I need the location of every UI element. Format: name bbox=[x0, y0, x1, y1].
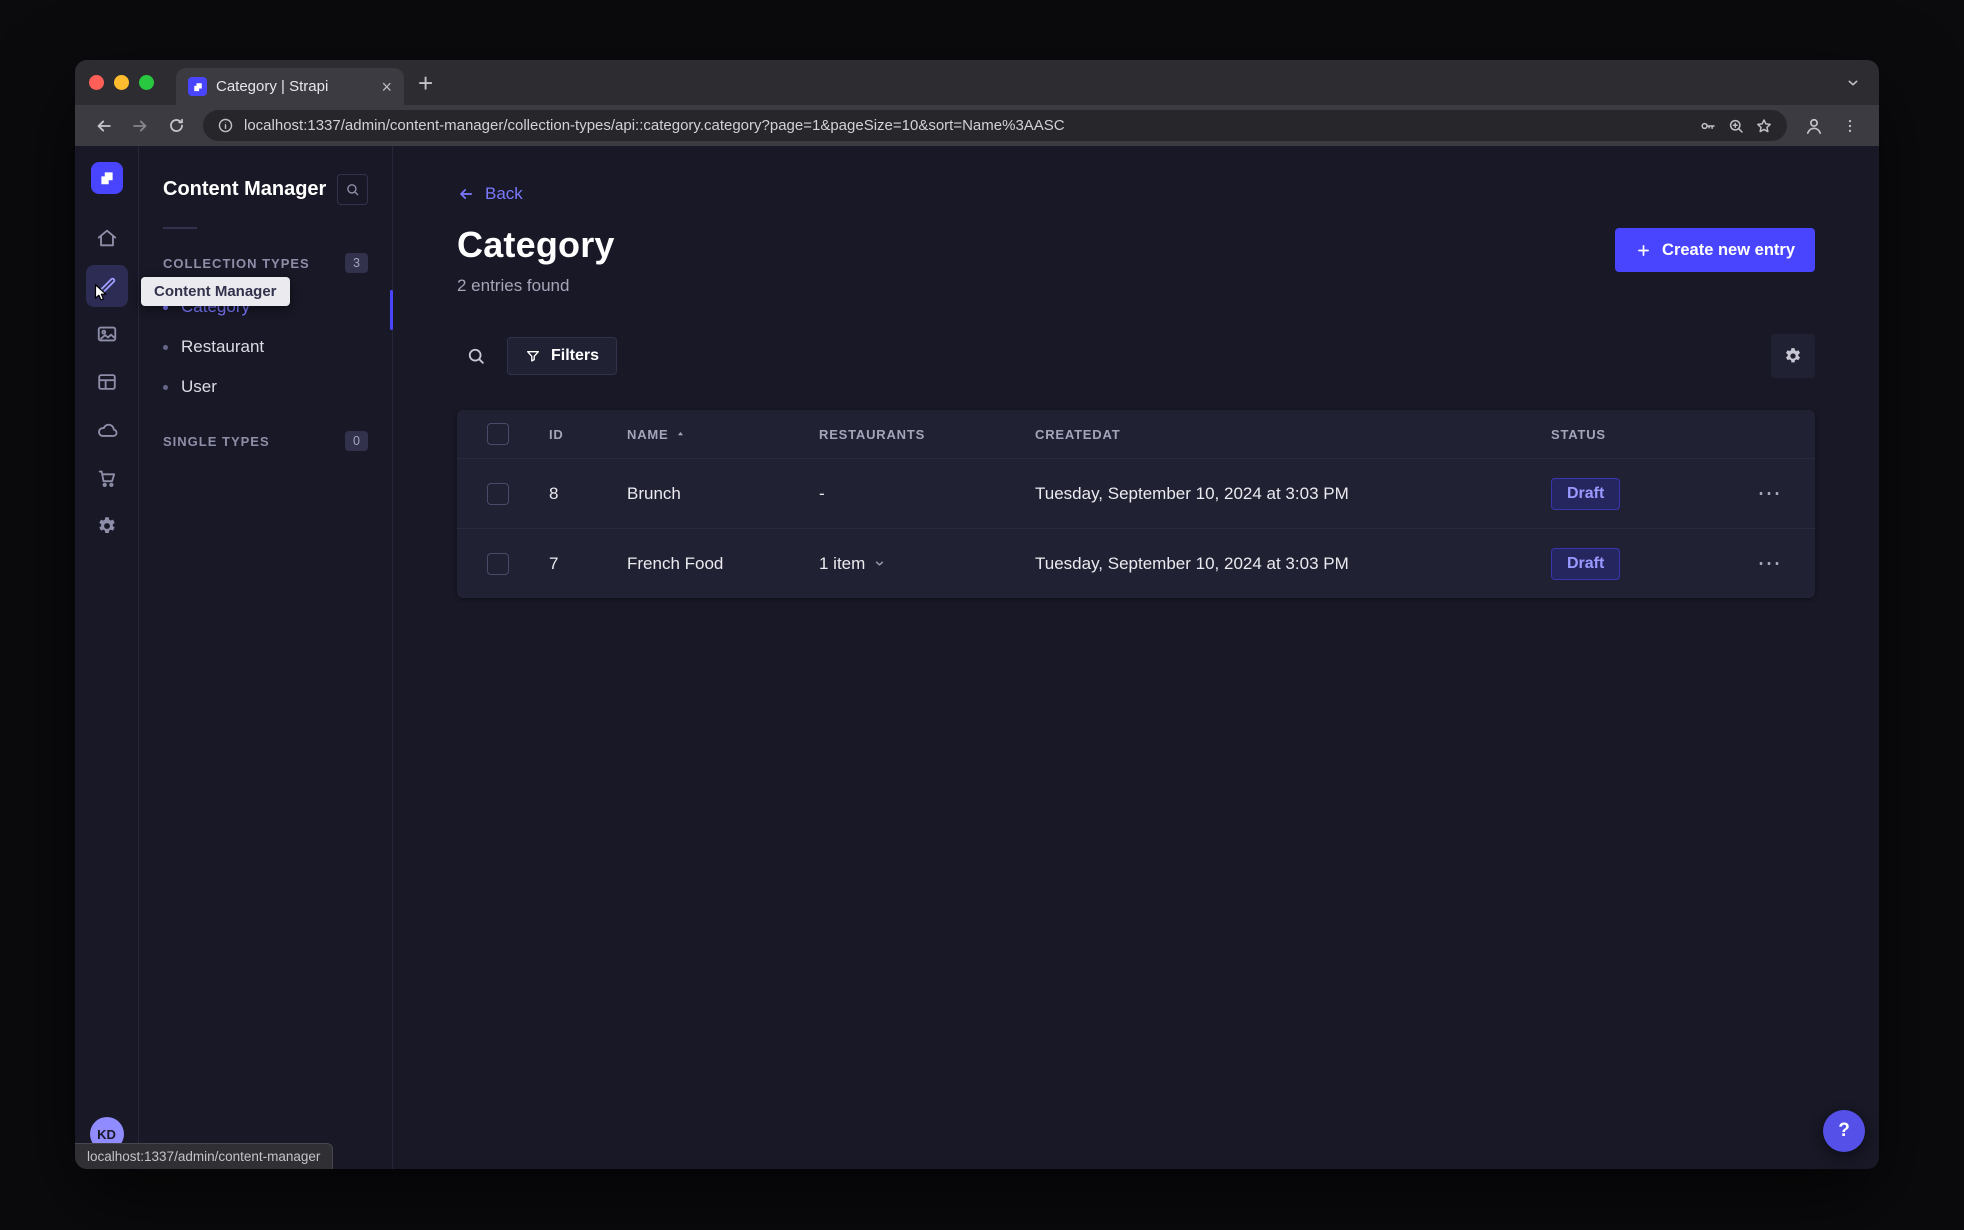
tab-title: Category | Strapi bbox=[216, 78, 329, 95]
cell-id: 7 bbox=[549, 553, 559, 573]
row-checkbox[interactable] bbox=[487, 552, 509, 575]
column-header-name[interactable]: NAME bbox=[627, 427, 819, 442]
sidebar-item-label: User bbox=[181, 377, 217, 396]
browser-menu-kebab-icon[interactable] bbox=[1833, 109, 1867, 143]
strapi-app: KD Content Manager COLLECTION TYPES 3 Ca… bbox=[75, 146, 1879, 1169]
table-settings-gear-icon[interactable] bbox=[1771, 334, 1815, 378]
cell-id: 8 bbox=[549, 483, 559, 503]
back-link[interactable]: Back bbox=[457, 184, 523, 204]
back-label: Back bbox=[485, 184, 523, 203]
cell-name: Brunch bbox=[627, 483, 681, 503]
table-row[interactable]: 8 Brunch - Tuesday, September 10, 2024 a… bbox=[457, 458, 1815, 528]
browser-tab-strip: Category | Strapi × + bbox=[75, 60, 1879, 105]
table-header-row: ID NAME RESTAURANTS CREATEDAT STATUS bbox=[457, 410, 1815, 458]
arrow-left-icon bbox=[460, 189, 473, 199]
nav-marketplace-cart-icon[interactable] bbox=[86, 457, 128, 499]
create-new-entry-button[interactable]: Create new entry bbox=[1615, 228, 1815, 272]
profile-icon[interactable] bbox=[1797, 109, 1831, 143]
refresh-icon[interactable] bbox=[159, 109, 193, 143]
page-info-icon[interactable] bbox=[217, 117, 234, 134]
column-header-status[interactable]: STATUS bbox=[1551, 427, 1725, 442]
password-key-icon[interactable] bbox=[1699, 117, 1717, 135]
strapi-favicon-icon bbox=[188, 77, 207, 96]
status-badge: Draft bbox=[1551, 547, 1621, 580]
filters-button[interactable]: Filters bbox=[507, 337, 618, 375]
sidebar-item-user[interactable]: User bbox=[163, 367, 368, 407]
sidebar-title: Content Manager bbox=[163, 178, 327, 200]
browser-window: Category | Strapi × + localhost:1337/adm… bbox=[75, 60, 1879, 1169]
filter-funnel-icon bbox=[527, 351, 539, 362]
cell-name: French Food bbox=[627, 553, 724, 573]
table-search-icon[interactable] bbox=[457, 337, 495, 375]
bookmark-star-icon[interactable] bbox=[1755, 117, 1773, 135]
row-actions-ellipsis-icon[interactable]: ⋯ bbox=[1725, 481, 1815, 505]
nav-settings-gear-icon[interactable] bbox=[86, 505, 128, 547]
mouse-cursor bbox=[90, 282, 112, 304]
cell-restaurants[interactable]: 1 item bbox=[819, 554, 1035, 574]
help-button[interactable]: ? bbox=[1823, 1110, 1865, 1152]
single-types-count-badge: 0 bbox=[345, 431, 368, 451]
sidebar-item-restaurant[interactable]: Restaurant bbox=[163, 327, 368, 367]
fullscreen-window-button[interactable] bbox=[139, 75, 154, 90]
nav-home-icon[interactable] bbox=[86, 217, 128, 259]
select-all-checkbox[interactable] bbox=[487, 423, 509, 445]
column-header-createdat[interactable]: CREATEDAT bbox=[1035, 427, 1551, 442]
collection-types-label: COLLECTION TYPES bbox=[163, 255, 310, 271]
back-nav-icon[interactable] bbox=[87, 109, 121, 143]
cell-restaurants: - bbox=[819, 483, 825, 503]
link-preview-status-bar: localhost:1337/admin/content-manager bbox=[75, 1143, 334, 1169]
bullet-icon bbox=[163, 384, 168, 390]
strapi-logo[interactable] bbox=[90, 162, 123, 194]
single-types-label: SINGLE TYPES bbox=[163, 433, 270, 449]
url-text[interactable]: localhost:1337/admin/content-manager/col… bbox=[244, 117, 1689, 134]
url-bar[interactable]: localhost:1337/admin/content-manager/col… bbox=[203, 110, 1787, 141]
nav-content-type-builder-layout-icon[interactable] bbox=[86, 361, 128, 403]
column-header-restaurants[interactable]: RESTAURANTS bbox=[819, 427, 1035, 442]
content-manager-tooltip: Content Manager bbox=[141, 277, 290, 306]
plus-icon bbox=[1638, 244, 1649, 256]
row-actions-ellipsis-icon[interactable]: ⋯ bbox=[1725, 551, 1815, 575]
minimize-window-button[interactable] bbox=[114, 75, 129, 90]
nav-media-library-image-icon[interactable] bbox=[86, 313, 128, 355]
column-header-id[interactable]: ID bbox=[549, 427, 627, 442]
nav-deploy-cloud-icon[interactable] bbox=[86, 409, 128, 451]
entries-count: 2 entries found bbox=[457, 276, 570, 295]
forward-nav-icon[interactable] bbox=[123, 109, 157, 143]
entries-table: ID NAME RESTAURANTS CREATEDAT STATUS 8 B… bbox=[457, 410, 1815, 598]
sort-asc-caret-icon bbox=[678, 431, 684, 435]
tab-close-icon[interactable]: × bbox=[379, 78, 394, 96]
browser-toolbar: localhost:1337/admin/content-manager/col… bbox=[75, 105, 1879, 146]
tab-list-chevron-icon[interactable] bbox=[1845, 75, 1861, 91]
window-controls bbox=[75, 75, 168, 90]
browser-tab[interactable]: Category | Strapi × bbox=[176, 68, 404, 105]
cell-createdat: Tuesday, September 10, 2024 at 3:03 PM bbox=[1035, 553, 1349, 573]
new-tab-button[interactable]: + bbox=[418, 70, 433, 96]
sidebar-item-label: Restaurant bbox=[181, 337, 265, 356]
page-title: Category bbox=[457, 224, 615, 265]
content-area: Back Category 2 entries found Create new… bbox=[393, 146, 1879, 1169]
row-checkbox[interactable] bbox=[487, 482, 509, 505]
divider bbox=[163, 227, 197, 229]
chevron-down-icon bbox=[876, 561, 884, 566]
status-badge: Draft bbox=[1551, 477, 1621, 510]
close-window-button[interactable] bbox=[89, 75, 104, 90]
table-row[interactable]: 7 French Food 1 item Tuesday, September … bbox=[457, 528, 1815, 598]
zoom-icon[interactable] bbox=[1727, 117, 1745, 135]
sidebar-search-icon[interactable] bbox=[337, 174, 368, 205]
bullet-icon bbox=[163, 344, 168, 350]
collection-types-count-badge: 3 bbox=[345, 253, 368, 273]
cell-createdat: Tuesday, September 10, 2024 at 3:03 PM bbox=[1035, 483, 1349, 503]
